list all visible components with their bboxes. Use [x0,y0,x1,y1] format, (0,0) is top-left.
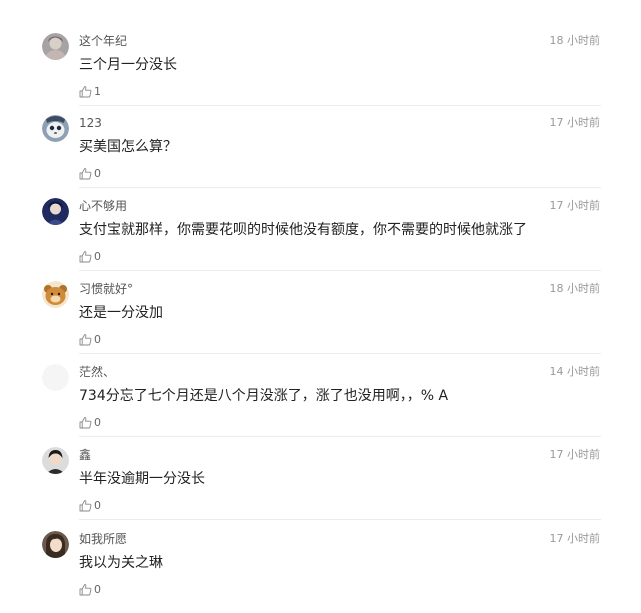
comment-username[interactable]: 鑫 [79,447,91,463]
comment-content: 734分忘了七个月还是八个月没涨了，涨了也没用啊，，% A [79,388,449,404]
comment-username[interactable]: 茫然、 [79,364,115,380]
comment-time: 17 小时前 [549,199,601,212]
like-button[interactable]: 0 [79,582,101,596]
divider [79,187,601,188]
like-button[interactable]: 0 [79,166,101,180]
like-button[interactable]: 0 [79,498,101,512]
like-button[interactable]: 0 [79,332,101,346]
thumbs-up-icon [79,85,92,97]
comment-item: 鑫 17 小时前 半年没逾期一分没长 0 [0,447,641,529]
avatar-icon [42,115,69,142]
comment-time: 17 小时前 [549,116,601,129]
comment-item: 心不够用 17 小时前 支付宝就那样，你需要花呗的时候他没有额度，你不需要的时候… [0,198,641,280]
avatar-icon [42,198,69,225]
comment-item: 如我所愿 17 小时前 我以为关之琳 0 [0,531,641,613]
avatar[interactable] [42,115,69,142]
comment-content: 三个月一分没长 [79,57,177,73]
avatar-icon [42,531,69,558]
thumbs-up-icon [79,250,92,262]
like-button[interactable]: 0 [79,415,101,429]
avatar[interactable] [42,531,69,558]
comment-content: 半年没逾期一分没长 [79,471,205,487]
comment-username[interactable]: 这个年纪 [79,33,127,49]
like-button[interactable]: 1 [79,84,101,98]
thumbs-up-icon [79,167,92,179]
avatar[interactable] [42,281,69,308]
like-count: 0 [94,332,101,346]
comment-time: 18 小时前 [549,282,601,295]
comment-username[interactable]: 123 [79,115,102,131]
comment-content: 买美国怎么算？ [79,139,177,155]
comment-time: 17 小时前 [549,532,601,545]
comment-username[interactable]: 习惯就好° [79,281,133,297]
comment-time: 18 小时前 [549,34,601,47]
avatar[interactable] [42,447,69,474]
like-count: 1 [94,84,101,98]
avatar-icon [42,33,69,60]
comment-username[interactable]: 如我所愿 [79,531,127,547]
comment-item: 这个年纪 18 小时前 三个月一分没长 1 [0,33,641,115]
divider [79,270,601,271]
divider [79,436,601,437]
avatar[interactable] [42,364,69,391]
like-count: 0 [94,498,101,512]
divider [79,105,601,106]
thumbs-up-icon [79,499,92,511]
avatar[interactable] [42,33,69,60]
comment-time: 17 小时前 [549,448,601,461]
thumbs-up-icon [79,583,92,595]
comment-item: 习惯就好° 18 小时前 还是一分没加 0 [0,281,641,363]
divider [79,519,601,520]
avatar-icon [42,447,69,474]
comment-content: 我以为关之琳 [79,555,163,571]
like-count: 0 [94,166,101,180]
thumbs-up-icon [79,416,92,428]
comment-item: 123 17 小时前 买美国怎么算？ 0 [0,115,641,197]
like-count: 0 [94,415,101,429]
comment-time: 14 小时前 [549,365,601,378]
like-button[interactable]: 0 [79,249,101,263]
like-count: 0 [94,582,101,596]
like-count: 0 [94,249,101,263]
divider [79,353,601,354]
comment-username[interactable]: 心不够用 [79,198,127,214]
thumbs-up-icon [79,333,92,345]
avatar-icon [42,364,69,391]
comment-content: 支付宝就那样，你需要花呗的时候他没有额度，你不需要的时候他就涨了 [79,222,527,238]
comment-content: 还是一分没加 [79,305,163,321]
avatar-icon [42,281,69,308]
avatar[interactable] [42,198,69,225]
comment-item: 茫然、 14 小时前 734分忘了七个月还是八个月没涨了，涨了也没用啊，，% A… [0,364,641,446]
